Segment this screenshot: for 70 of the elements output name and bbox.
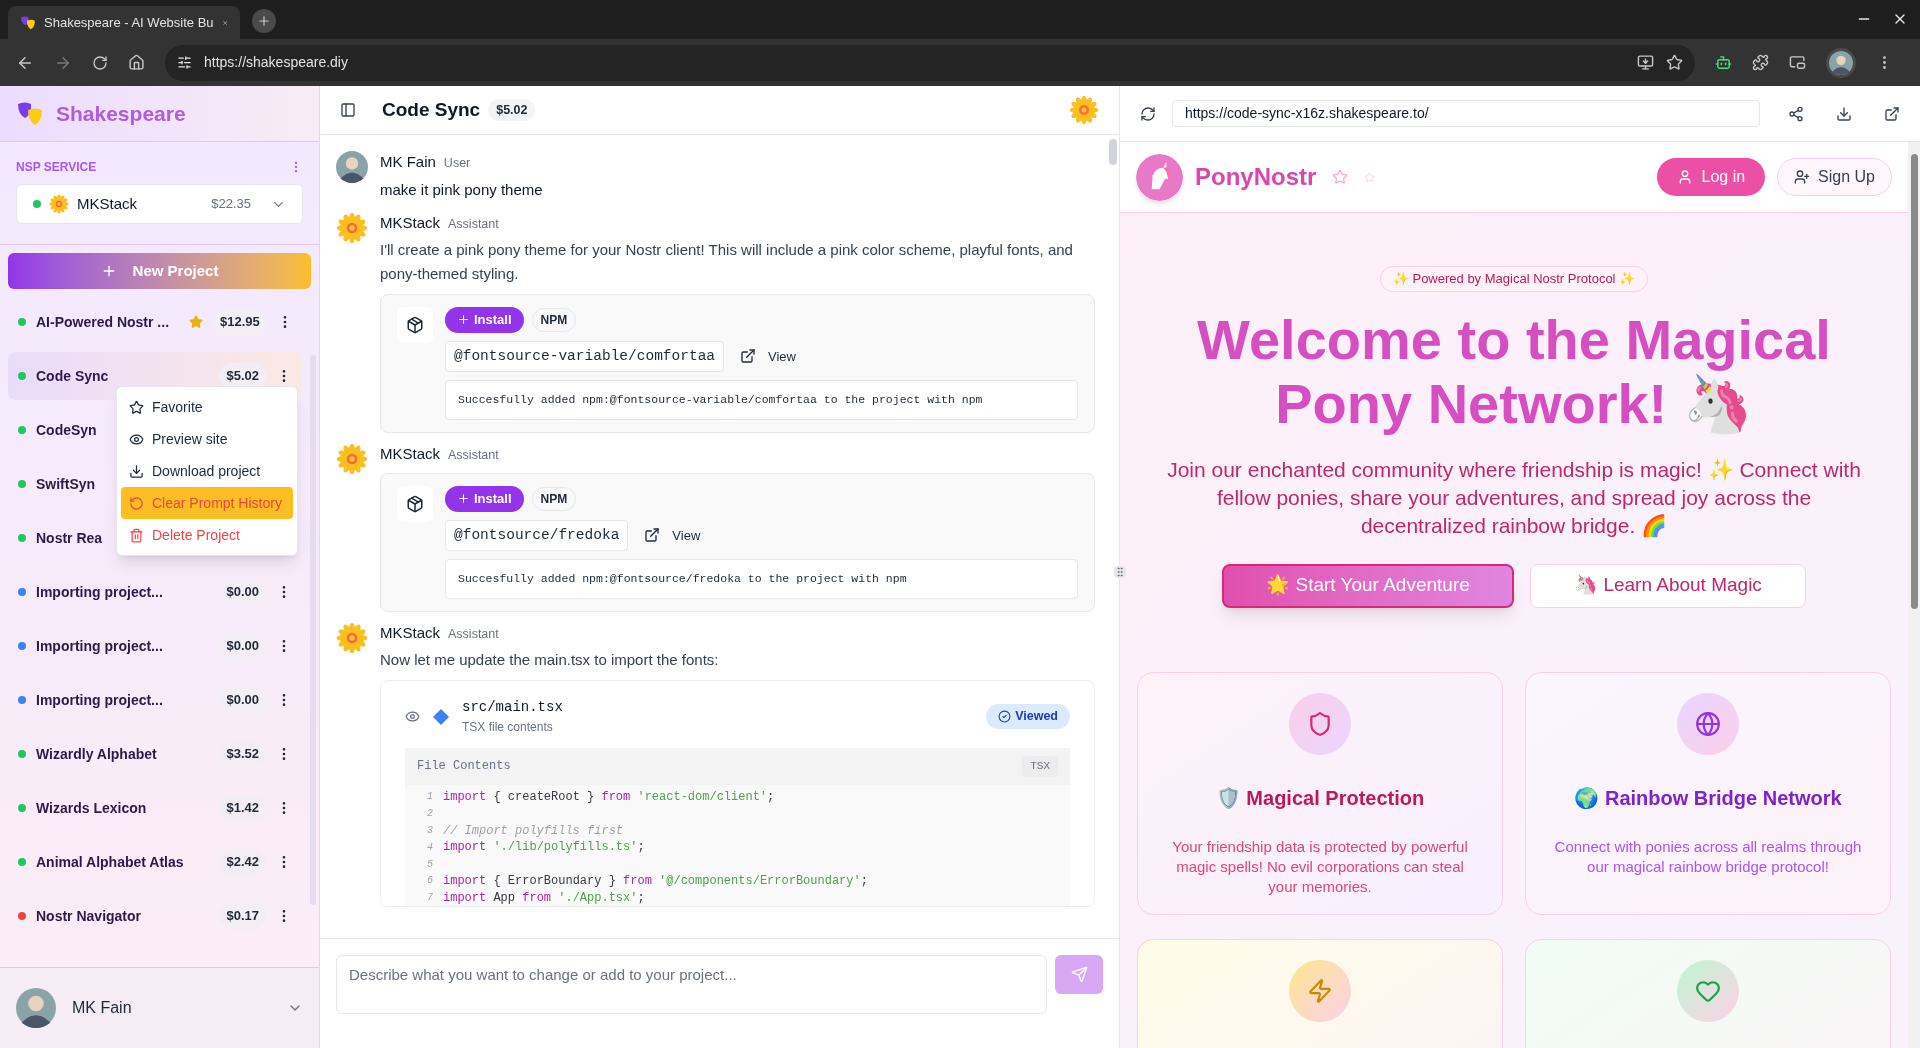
site-brand: PonyNostr (1195, 162, 1317, 192)
project-name: Wizards Lexicon (36, 798, 147, 818)
author-name: MK Fain (380, 152, 436, 172)
line-number: 7 (426, 891, 433, 906)
package-name: @fontsource-variable/comfortaa (445, 340, 725, 373)
project-name: Animal Alphabet Atlas (36, 852, 184, 872)
user-name: MK Fain (72, 998, 133, 1018)
line-number: 4 (426, 840, 433, 855)
project-name: SwiftSyn (36, 474, 96, 494)
project-cost: $0.17 (219, 903, 266, 929)
tab-title: Shakespeare - AI Website Bu (44, 13, 214, 32)
language-tag: TSX (1022, 756, 1058, 777)
command-output: Succesfully added npm:@fontsource-variable/comfortaa to the project with npm (445, 380, 1078, 420)
message-text: Now let me update the main.tsx to import the fonts: (380, 650, 720, 670)
feature-title: 🛡 Magical Protection (1215, 785, 1425, 811)
message-text: I'll create a pink pony theme for your Nostr client! This will include a pink color scheme, playful fonts, and pony-themed styling. (380, 240, 1074, 284)
message-text: make it pink pony theme (380, 179, 544, 200)
author-name: MKStack (380, 443, 440, 464)
service-balance: $22.35 (211, 195, 251, 214)
project-name: Importing project... (36, 690, 163, 710)
role-label: Assistant (448, 625, 499, 643)
line-number: 1 (426, 790, 433, 805)
project-name: Code Sync (36, 366, 109, 386)
project-name: Nostr Rea (36, 528, 103, 548)
hero-headline: Welcome to the Magical Pony Network! 🦄 (1196, 307, 1832, 436)
feature-title: 🌍 Rainbow Bridge Network (1574, 785, 1842, 811)
code-line: import './lib/polyfills.ts'; (443, 839, 645, 857)
command-output: Succesfully added npm:@fontsource/fredoka to the project with npm (445, 559, 1078, 599)
project-name: Wizardly Alphabet (36, 744, 157, 764)
project-title: Code Sync (382, 97, 481, 122)
line-number: 6 (426, 874, 433, 889)
cost-badge: $5.02 (488, 98, 536, 122)
project-name: AI-Powered Nostr ... (36, 312, 170, 332)
file-subtitle: TSX file contents (462, 719, 554, 736)
line-number: 2 (426, 807, 433, 822)
section-label: NSP SERVICE (16, 159, 97, 176)
project-cost: $0.00 (219, 687, 266, 713)
project-cost: $0.00 (219, 633, 266, 659)
role-label: Assistant (448, 446, 499, 464)
status-badge: Viewed (986, 704, 1070, 729)
code-line: // Import polyfills first (443, 822, 624, 840)
project-name: Nostr Navigator (36, 906, 142, 926)
line-number: 5 (426, 857, 433, 872)
project-cost: $2.42 (219, 849, 266, 875)
feature-text: Your friendship data is protected by powerful magic spells! No evil corporations can steal your memories. (1171, 836, 1469, 897)
project-cost: $0.00 (219, 579, 266, 605)
code-line: import App from './App.tsx'; (443, 889, 645, 907)
line-number: 3 (426, 824, 433, 838)
author-name: MKStack (380, 212, 440, 233)
hero-badge: ✨ Powered by Magical Nostr Protocol ✨ (1379, 266, 1649, 292)
package-name: @fontsource/fredoka (445, 519, 629, 552)
project-name: Importing project... (36, 582, 163, 602)
project-cost: $5.02 (219, 363, 266, 389)
code-line: import { createRoot } from 'react-dom/client'; (443, 788, 775, 806)
project-cost: $12.95 (213, 309, 267, 335)
app-name: Shakespeare (56, 100, 186, 127)
hero-intro: Join our enchanted community where friendship is magic! ✨ Connect with fellow ponies, share your adventures, and spread joy across the decentralized rainbow bridge. 🌈 (1166, 456, 1862, 540)
project-cost: $1.42 (219, 795, 266, 821)
project-name: Importing project... (36, 636, 163, 656)
feature-text: Connect with ponies across all realms through our magical rainbow bridge protocol! (1553, 836, 1863, 877)
code-header: File Contents (417, 758, 511, 776)
role-label: User (443, 155, 471, 172)
project-name: CodeSyn (36, 420, 97, 440)
code-line: import { ErrorBoundary } from '@/components/ErrorBoundary'; (443, 872, 868, 890)
service-name: MKStack (77, 193, 138, 214)
project-cost: $3.52 (219, 741, 266, 767)
url-text: https://shakespeare.diy (204, 53, 349, 72)
file-path: src/main.tsx (462, 698, 564, 717)
author-name: MKStack (380, 622, 440, 643)
role-label: Assistant (448, 215, 499, 233)
